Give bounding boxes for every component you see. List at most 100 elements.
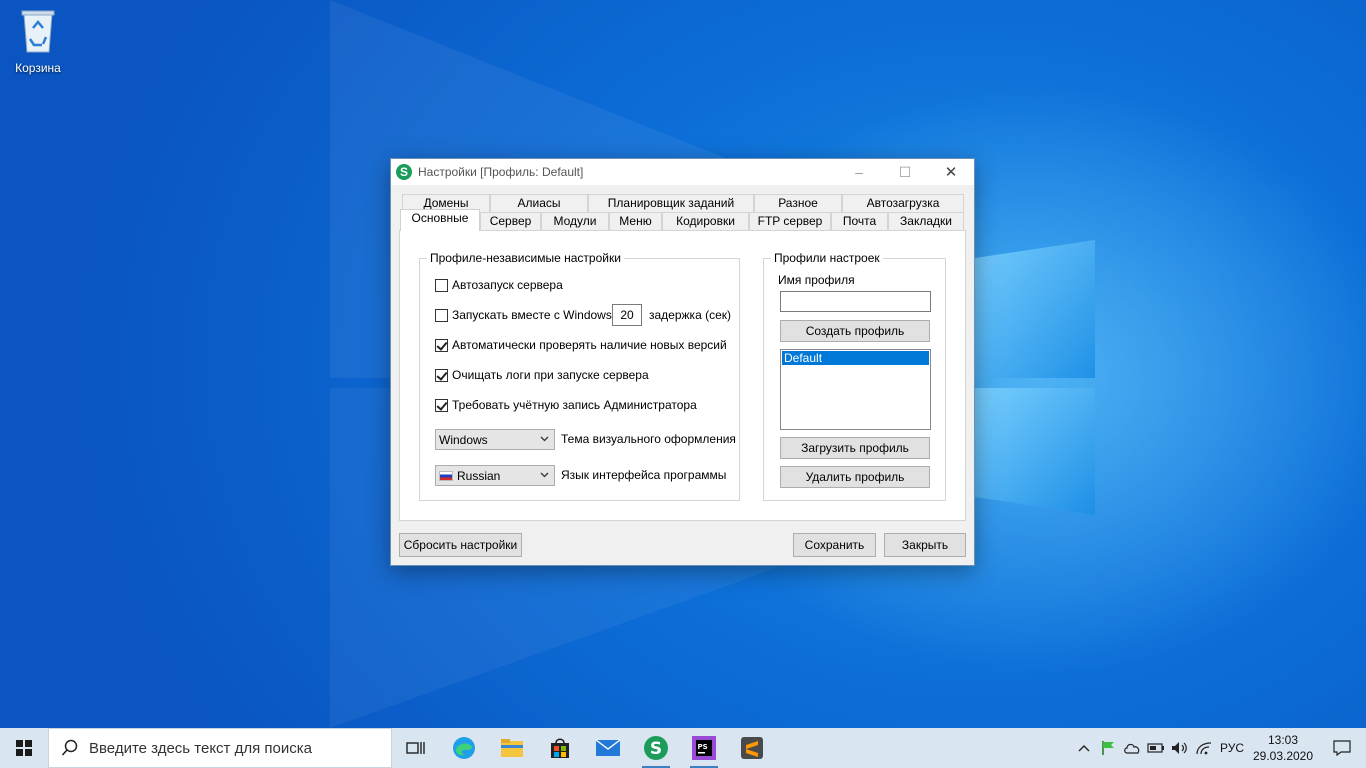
autostart-checkbox[interactable]: [435, 278, 448, 292]
network-icon: [1196, 742, 1212, 755]
clock-time: 13:03: [1267, 733, 1299, 747]
reset-settings-button[interactable]: Сбросить настройки: [399, 533, 522, 557]
window-title: Настройки [Профиль: Default]: [418, 165, 584, 179]
taskbar-file-explorer[interactable]: [488, 728, 536, 768]
tab-encodings[interactable]: Кодировки: [662, 212, 749, 230]
minimize-button[interactable]: –: [836, 159, 882, 185]
tab-ftp-server[interactable]: FTP сервер: [749, 212, 831, 230]
notifications-button[interactable]: [1318, 728, 1366, 768]
close-window-button[interactable]: ✕: [928, 159, 974, 185]
tab-server[interactable]: Сервер: [480, 212, 541, 230]
system-tray: РУС 13:03 29.03.2020: [1072, 728, 1366, 768]
folder-icon: [501, 739, 523, 757]
app-logo-icon: S: [644, 736, 668, 760]
minimize-icon: –: [855, 164, 863, 180]
close-button[interactable]: Закрыть: [884, 533, 966, 557]
tab-autoload[interactable]: Автозагрузка: [842, 194, 964, 212]
chevron-down-icon: [540, 436, 549, 442]
clock[interactable]: 13:03 29.03.2020: [1248, 732, 1318, 764]
list-item[interactable]: Default: [782, 351, 929, 365]
maximize-icon: ☐: [898, 163, 912, 180]
group-title: Профили настроек: [771, 251, 883, 265]
theme-select[interactable]: Windows: [435, 429, 555, 450]
start-with-windows-option[interactable]: Запускать вместе с Windows: [435, 308, 612, 322]
svg-text:PS: PS: [698, 743, 708, 751]
battery-icon: [1147, 743, 1164, 753]
require-admin-option[interactable]: Требовать учётную запись Администратора: [435, 398, 697, 412]
check-updates-checkbox[interactable]: [435, 338, 448, 352]
app-logo-icon: S: [396, 164, 412, 180]
create-profile-button[interactable]: Создать профиль: [780, 320, 930, 342]
input-language-indicator[interactable]: РУС: [1216, 741, 1248, 755]
mail-icon: [595, 739, 621, 756]
language-label: Язык интерфейса программы: [561, 468, 727, 482]
clear-logs-option[interactable]: Очищать логи при запуске сервера: [435, 368, 649, 382]
tray-volume[interactable]: [1168, 728, 1192, 768]
require-admin-checkbox[interactable]: [435, 398, 448, 412]
tab-menu[interactable]: Меню: [609, 212, 662, 230]
recycle-bin-icon: [21, 10, 55, 53]
tab-bookmarks[interactable]: Закладки: [888, 212, 964, 230]
task-view-icon: [406, 742, 425, 754]
close-icon: ✕: [944, 164, 958, 181]
clear-logs-checkbox[interactable]: [435, 368, 448, 382]
taskbar-mail[interactable]: [584, 728, 632, 768]
taskbar-sublime[interactable]: [728, 728, 776, 768]
task-view-button[interactable]: [392, 728, 440, 768]
theme-label: Тема визуального оформления: [561, 432, 736, 446]
taskbar-phpstorm[interactable]: PS: [680, 728, 728, 768]
autostart-option[interactable]: Автозапуск сервера: [435, 278, 563, 292]
start-button[interactable]: [0, 728, 48, 768]
tray-onedrive[interactable]: [1120, 728, 1144, 768]
maximize-button[interactable]: ☐: [882, 159, 928, 185]
check-updates-option[interactable]: Автоматически проверять наличие новых ве…: [435, 338, 727, 352]
clear-logs-label: Очищать логи при запуске сервера: [452, 368, 649, 382]
autostart-label: Автозапуск сервера: [452, 278, 563, 292]
theme-value: Windows: [439, 432, 488, 447]
delete-profile-button[interactable]: Удалить профиль: [780, 466, 930, 488]
chevron-down-icon: [540, 472, 549, 478]
delay-input[interactable]: 20: [612, 304, 642, 326]
tab-general[interactable]: Основные: [400, 209, 480, 231]
tab-panel-general: Профиле-независимые настройки Автозапуск…: [399, 230, 966, 521]
store-icon: [551, 738, 569, 758]
profile-name-input[interactable]: [780, 291, 931, 312]
check-updates-label: Автоматически проверять наличие новых ве…: [452, 338, 727, 352]
language-value: Russian: [457, 468, 501, 483]
title-bar[interactable]: S Настройки [Профиль: Default] – ☐ ✕: [391, 159, 974, 185]
show-hidden-icons-button[interactable]: [1072, 728, 1096, 768]
tab-misc[interactable]: Разное: [754, 194, 842, 212]
delay-label: задержка (сек): [649, 308, 731, 322]
taskbar-store[interactable]: [536, 728, 584, 768]
save-button[interactable]: Сохранить: [793, 533, 876, 557]
taskbar-search[interactable]: Введите здесь текст для поиска: [48, 728, 392, 768]
recycle-bin-shortcut[interactable]: Корзина: [8, 6, 68, 75]
tab-aliases[interactable]: Алиасы: [490, 194, 588, 212]
load-profile-button[interactable]: Загрузить профиль: [780, 437, 930, 459]
tab-scheduler[interactable]: Планировщик заданий: [588, 194, 754, 212]
edge-browser-icon: [453, 737, 475, 759]
profiles-group: Профили настроек Имя профиля Создать про…: [763, 251, 946, 501]
start-with-windows-label: Запускать вместе с Windows: [452, 308, 612, 322]
start-with-windows-checkbox[interactable]: [435, 308, 448, 322]
tab-modules[interactable]: Модули: [541, 212, 609, 230]
taskbar-settings-app[interactable]: S: [632, 728, 680, 768]
tab-mail[interactable]: Почта: [831, 212, 888, 230]
search-icon: [61, 739, 78, 756]
tray-flag-app[interactable]: [1096, 728, 1120, 768]
svg-text:S: S: [650, 739, 662, 759]
taskbar-edge[interactable]: [440, 728, 488, 768]
tray-network[interactable]: [1192, 728, 1216, 768]
language-select[interactable]: Russian: [435, 465, 555, 486]
recycle-bin-label: Корзина: [15, 61, 61, 75]
tray-battery[interactable]: [1144, 728, 1168, 768]
profile-name-label: Имя профиля: [778, 273, 855, 287]
clock-date: 29.03.2020: [1252, 749, 1314, 763]
notification-icon: [1333, 740, 1351, 756]
group-title: Профиле-независимые настройки: [427, 251, 624, 265]
volume-icon: [1172, 742, 1187, 754]
profile-independent-group: Профиле-независимые настройки Автозапуск…: [419, 251, 740, 501]
sublime-text-icon: [741, 737, 763, 759]
profiles-list[interactable]: Default: [780, 349, 931, 430]
chevron-up-icon: [1078, 745, 1090, 752]
